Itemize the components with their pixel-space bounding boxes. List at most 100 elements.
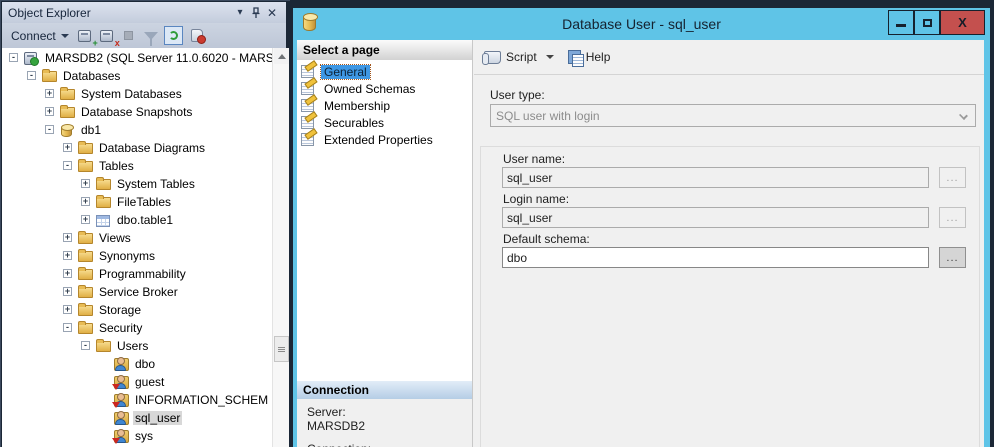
tree-item-views[interactable]: +Views (2, 229, 274, 247)
disconnect-server-icon[interactable]: x (97, 26, 117, 45)
expand-icon[interactable]: + (63, 287, 72, 296)
tree-item-tables[interactable]: - Tables (2, 157, 274, 175)
tree-item-system-tables[interactable]: +System Tables (2, 175, 274, 193)
tree-item-dbo[interactable]: dbo (2, 355, 274, 373)
login-name-browse-button: ... (939, 207, 966, 228)
dialog-title: Database User - sql_user (293, 16, 990, 32)
page-icon (301, 133, 314, 146)
script-report-icon[interactable] (187, 26, 207, 45)
page-item-label: General (321, 65, 370, 79)
folder-icon (96, 341, 111, 352)
expand-icon[interactable]: + (81, 215, 90, 224)
tree-item-programmability[interactable]: +Programmability (2, 265, 274, 283)
database-user-dialog: Database User - sql_user X Select a page… (293, 8, 990, 447)
tree-item-users[interactable]: -Users (2, 337, 274, 355)
select-page-pane: Select a page GeneralOwned SchemasMember… (297, 40, 473, 447)
page-item-label: Owned Schemas (321, 82, 418, 96)
user-disabled-icon (114, 375, 128, 389)
tree-item-filetables[interactable]: +FileTables (2, 193, 274, 211)
tree-scrollbar[interactable] (272, 48, 289, 447)
default-schema-browse-button[interactable]: ... (939, 247, 966, 268)
expand-icon[interactable]: + (63, 143, 72, 152)
expand-icon[interactable]: + (81, 197, 90, 206)
page-item-owned-schemas[interactable]: Owned Schemas (301, 80, 418, 97)
expand-icon[interactable]: + (63, 233, 72, 242)
collapse-icon[interactable]: - (81, 341, 90, 350)
chevron-down-icon (959, 111, 968, 120)
stop-icon (119, 26, 139, 45)
script-button[interactable]: Script (484, 50, 554, 64)
default-schema-input[interactable]: dbo (502, 247, 929, 268)
database-icon (61, 125, 72, 137)
login-name-input[interactable]: sql_user (502, 207, 929, 228)
connect-button[interactable]: Connect (7, 26, 73, 46)
expand-icon[interactable]: + (63, 251, 72, 260)
tree-item-security[interactable]: - Security (2, 319, 274, 337)
page-item-extended-properties[interactable]: Extended Properties (301, 131, 436, 148)
tree-item-guest[interactable]: guest (2, 373, 274, 391)
tree-item-service-broker[interactable]: + Service Broker (2, 283, 274, 301)
user-type-select[interactable]: SQL user with login (490, 104, 976, 127)
window-position-icon[interactable]: ▾ (232, 6, 248, 20)
user-disabled-icon (114, 429, 128, 443)
tree-item-label: System Databases (79, 87, 184, 101)
tree-item-label: Security (97, 321, 144, 335)
connection-info: Server: MARSDB2 Connection: (297, 399, 472, 447)
tree-item-label: Tables (97, 159, 136, 173)
pin-icon[interactable] (248, 6, 264, 20)
help-button[interactable]: Help (568, 50, 611, 64)
tree-item-synonyms[interactable]: + Synonyms (2, 247, 274, 265)
tree-item-dbo-table1[interactable]: + dbo.table1 (2, 211, 274, 229)
collapse-icon[interactable]: - (9, 53, 18, 62)
scrollbar-thumb[interactable] (274, 336, 289, 362)
collapse-icon[interactable]: - (63, 161, 72, 170)
tree-item-information-schem[interactable]: INFORMATION_SCHEM (2, 391, 274, 409)
folder-icon (78, 305, 93, 316)
refresh-icon[interactable] (163, 26, 185, 45)
expand-icon[interactable]: + (63, 305, 72, 314)
tree-item-label: Synonyms (97, 249, 157, 263)
close-panel-icon[interactable]: ✕ (264, 6, 280, 20)
filter-icon[interactable] (141, 26, 161, 45)
tree-item-marsdb2-sql-server-11-0-6020-marsd[interactable]: -MARSDB2 (SQL Server 11.0.6020 - MARSD (2, 49, 274, 67)
login-name-label: Login name: (503, 192, 569, 206)
tree-item-label: Service Broker (97, 285, 180, 299)
expand-icon[interactable]: + (63, 269, 72, 278)
page-item-label: Extended Properties (321, 133, 436, 147)
tree-item-label: dbo.table1 (115, 213, 175, 227)
tree-item-system-databases[interactable]: + System Databases (2, 85, 274, 103)
tree-item-db1[interactable]: -db1 (2, 121, 274, 139)
collapse-icon[interactable]: - (45, 125, 54, 134)
object-explorer-titlebar[interactable]: Object Explorer ▾ ✕ (2, 2, 286, 23)
connect-server-icon[interactable]: + (75, 26, 95, 45)
expand-icon[interactable]: + (81, 179, 90, 188)
object-explorer-toolbar: Connect + x (2, 23, 286, 48)
folder-icon (60, 107, 75, 118)
user-name-input[interactable]: sql_user (502, 167, 929, 188)
scrollbar-up-icon[interactable] (274, 48, 289, 64)
expand-icon[interactable]: + (45, 89, 54, 98)
select-page-header: Select a page (297, 40, 472, 60)
tree-item-label: sys (133, 429, 155, 443)
tree-item-sql-user[interactable]: sql_user (2, 409, 274, 427)
tree-item-database-diagrams[interactable]: + Database Diagrams (2, 139, 274, 157)
dialog-titlebar[interactable]: Database User - sql_user (293, 8, 990, 40)
close-button[interactable]: X (940, 10, 985, 35)
expand-icon[interactable]: + (45, 107, 54, 116)
maximize-button[interactable] (914, 10, 940, 35)
tree-item-label: Database Diagrams (97, 141, 207, 155)
folder-icon (78, 143, 93, 154)
collapse-icon[interactable]: - (63, 323, 72, 332)
script-icon (484, 51, 501, 64)
default-schema-label: Default schema: (503, 232, 590, 246)
server-value: MARSDB2 (307, 419, 472, 433)
page-icon (301, 116, 314, 129)
object-explorer-tree: -MARSDB2 (SQL Server 11.0.6020 - MARSD-D… (2, 48, 289, 447)
collapse-icon[interactable]: - (27, 71, 36, 80)
tree-item-sys[interactable]: sys (2, 427, 274, 445)
tree-item-databases[interactable]: -Databases (2, 67, 274, 85)
minimize-button[interactable] (888, 10, 914, 35)
tree-item-storage[interactable]: +Storage (2, 301, 274, 319)
script-dropdown-icon[interactable] (546, 55, 554, 59)
tree-item-database-snapshots[interactable]: +Database Snapshots (2, 103, 274, 121)
